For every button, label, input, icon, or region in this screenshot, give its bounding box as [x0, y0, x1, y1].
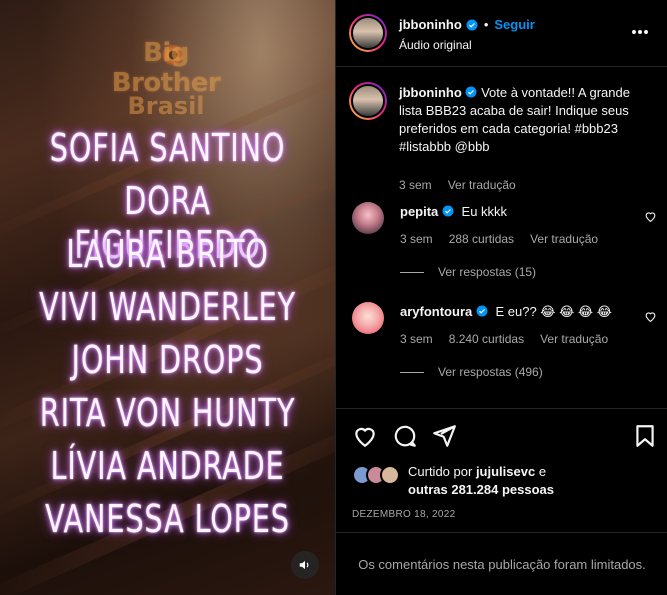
comments-limited-notice: Os comentários nesta publicação foram li… [336, 532, 667, 595]
post-media[interactable]: Big Brother Brasil SOFIA SANTINO DORA FI… [0, 0, 335, 595]
ellipsis-icon [632, 30, 648, 34]
comment-like-heart-icon[interactable] [644, 210, 657, 223]
verified-badge-icon [476, 305, 488, 317]
view-replies-label: Ver respostas (15) [438, 265, 537, 279]
comment-translate-link[interactable]: Ver tradução [530, 232, 598, 246]
commenter-avatar[interactable] [352, 302, 384, 334]
liked-by-avatars[interactable] [352, 465, 404, 487]
replies-divider [400, 271, 424, 273]
verified-badge-icon [466, 19, 478, 30]
commenter-username[interactable]: pepita [400, 204, 438, 219]
logo-text-line2: Brasil [127, 92, 205, 120]
liked-by-others[interactable]: outras 281.284 pessoas [408, 482, 554, 497]
post-date[interactable]: DEZEMBRO 18, 2022 [352, 509, 455, 520]
commenter-username[interactable]: aryfontoura [400, 304, 472, 319]
view-replies-label: Ver respostas (496) [438, 365, 543, 379]
send-icon[interactable] [431, 423, 457, 449]
comment-like-heart-icon[interactable] [644, 310, 657, 323]
name-item: LAURA BRITO [66, 232, 269, 276]
view-replies-button[interactable]: Ver respostas (496) [400, 365, 543, 379]
separator-dot: • [483, 17, 489, 32]
audio-toggle-button[interactable] [291, 551, 319, 579]
name-item: VANESSA LOPES [45, 497, 290, 541]
liked-by-prefix: Curtido por [408, 464, 473, 479]
post-actions: Curtido por jujulisevc e outras 281.284 … [336, 408, 667, 532]
author-username[interactable]: jbboninho [399, 17, 462, 32]
replies-divider [400, 371, 424, 373]
original-audio-link[interactable]: Áudio original [399, 38, 472, 52]
bookmark-icon[interactable] [632, 423, 658, 449]
comments-section: jbboninho Vote à vontade!! A grande list… [336, 68, 667, 408]
speaker-icon [299, 560, 309, 570]
comment-time: 3 sem [400, 232, 433, 246]
caption-username[interactable]: jbboninho [399, 85, 462, 100]
more-options-button[interactable] [631, 24, 649, 35]
bbb-logo: Big Brother Brasil [96, 38, 236, 120]
name-item: LÍVIA ANDRADE [50, 444, 285, 488]
name-item: SOFIA SANTINO [49, 126, 286, 170]
name-item: DORA FIGUEIREDO [74, 179, 261, 267]
caption-author-avatar[interactable] [349, 82, 387, 120]
liker-avatar [380, 465, 400, 485]
name-item: VIVI WANDERLEY [39, 285, 296, 329]
commenter-avatar[interactable] [352, 202, 384, 234]
comment-time: 3 sem [400, 332, 433, 346]
name-item: JOHN DROPS [71, 338, 264, 382]
comment-text: Eu kkkk [461, 204, 508, 219]
caption-translate-link[interactable]: Ver tradução [448, 178, 516, 192]
logo-text-line1: Big Brother [111, 38, 221, 98]
comment-translate-link[interactable]: Ver tradução [540, 332, 608, 346]
author-avatar[interactable] [349, 14, 387, 52]
comment-text: E eu?? 😂 😂 😂 😂 [495, 304, 612, 319]
heart-icon[interactable] [352, 423, 378, 449]
post-side-panel: jbboninho • Seguir Áudio original jbboni… [335, 0, 667, 595]
verified-badge-icon [442, 205, 454, 217]
comment-likes[interactable]: 288 curtidas [449, 232, 514, 246]
post-header: jbboninho • Seguir Áudio original [336, 0, 667, 67]
name-item: RITA VON HUNTY [39, 391, 296, 435]
comment-likes[interactable]: 8.240 curtidas [449, 332, 524, 346]
follow-button[interactable]: Seguir [494, 17, 534, 32]
view-replies-button[interactable]: Ver respostas (15) [400, 265, 536, 279]
verified-badge-icon [465, 86, 477, 98]
comment-icon[interactable] [392, 423, 418, 449]
caption-time: 3 sem [399, 178, 432, 192]
names-list: SOFIA SANTINO DORA FIGUEIREDO LAURA BRIT… [0, 126, 335, 550]
liked-by-connector: e [538, 464, 547, 479]
liked-by-user[interactable]: jujulisevc [476, 464, 535, 479]
